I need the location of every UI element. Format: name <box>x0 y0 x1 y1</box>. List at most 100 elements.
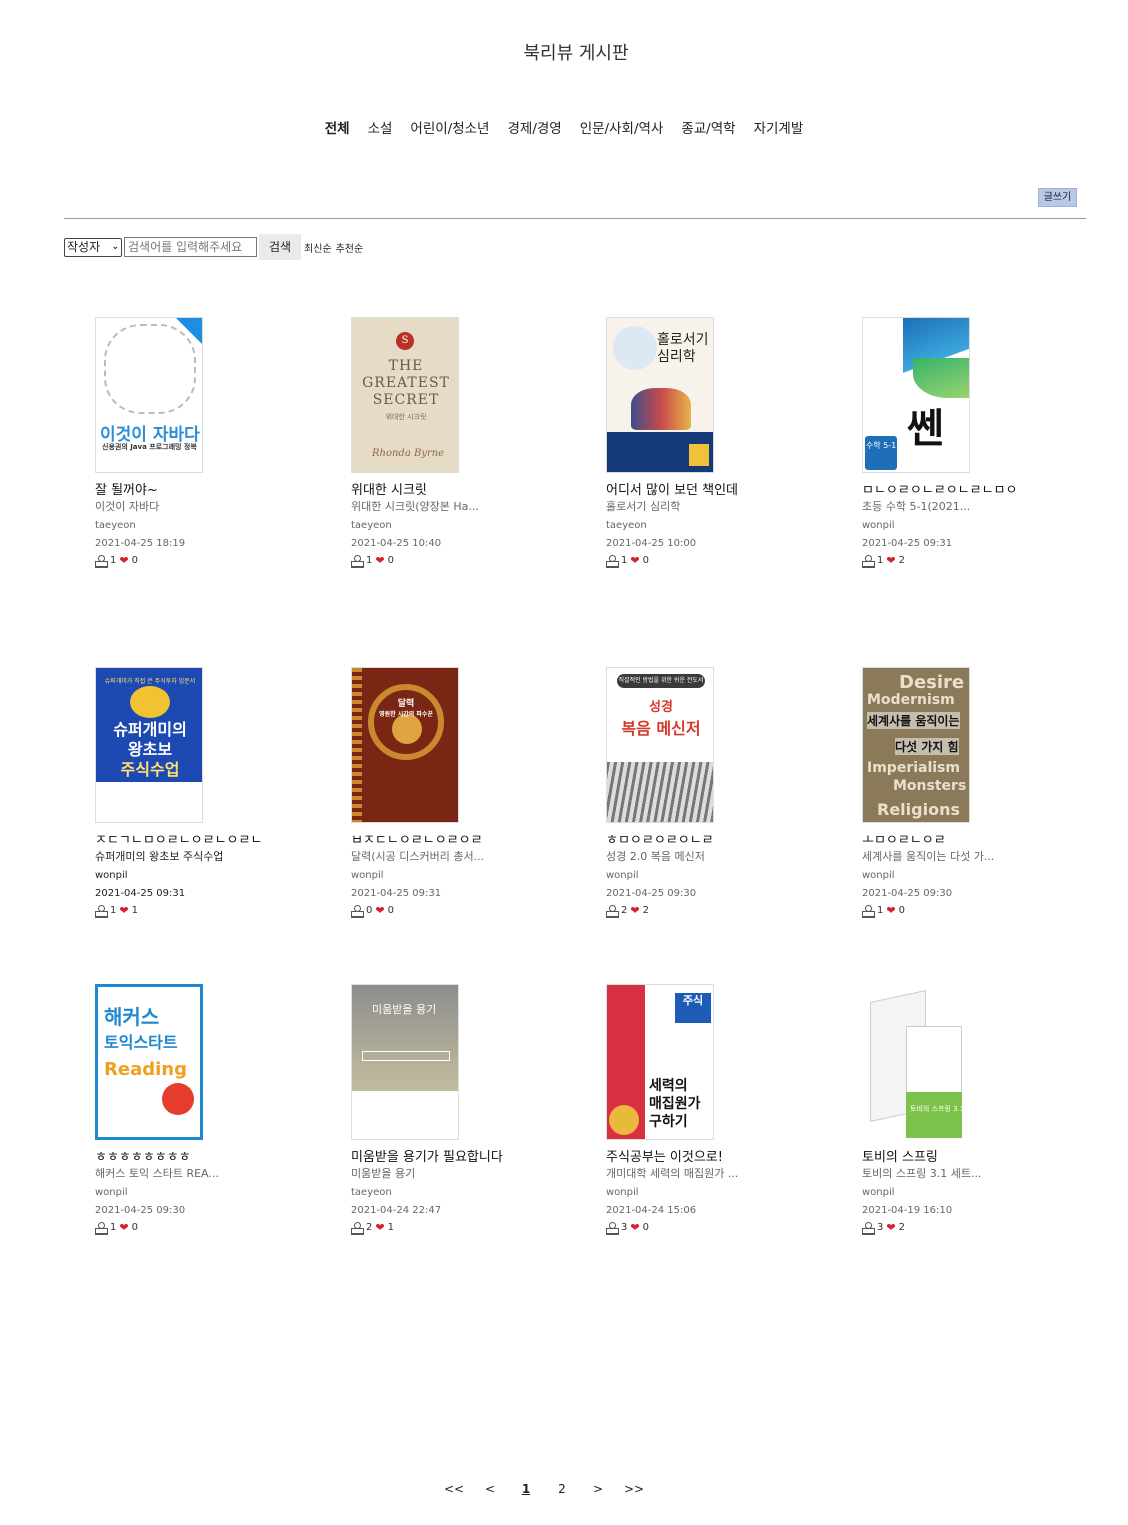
page-title: 북리뷰 게시판 <box>523 43 629 64</box>
post-card[interactable]: S THE GREATEST SECRET 위대한 시크릿 Rhonda Byr… <box>351 317 551 568</box>
post-stats: 2 ❤ 1 <box>351 1220 551 1235</box>
book-cover-image[interactable]: Desire Modernism 세계사를 움직이는 다섯 가지 힘 Imper… <box>862 667 970 823</box>
cover-art <box>130 686 170 718</box>
like-count: 0 <box>898 904 905 916</box>
post-date: 2021-04-25 18:19 <box>95 538 186 549</box>
cover-title: 토비의 스프링 3.1 <box>910 1105 965 1113</box>
search-button[interactable]: 검색 <box>259 234 301 260</box>
search-input[interactable]: 검색어를 입력해주세요 <box>124 237 257 257</box>
post-card[interactable]: 미움받을 용기 미움받을 용기가 필요합니다 미움받을 용기 taeyeon 2… <box>351 984 551 1235</box>
book-cover-image[interactable]: 해커스 토익스타트 Reading <box>95 984 203 1140</box>
book-cover-image[interactable]: 쎈 수학 5-1 <box>862 317 970 473</box>
tab-religion[interactable]: 종교/역학 <box>681 117 735 137</box>
book-cover-image[interactable]: 슈퍼개미가 직접 쓴 주식투자 입문서 슈퍼개미의 왕초보 주식수업 <box>95 667 203 823</box>
post-date: 2021-04-24 15:06 <box>606 1205 697 1216</box>
tab-novel[interactable]: 소설 <box>368 117 393 137</box>
heart-icon: ❤ <box>886 903 896 917</box>
book-cover-image[interactable]: 달력 영원한 시간의 파수꾼 <box>351 667 459 823</box>
post-card[interactable]: 달력 영원한 시간의 파수꾼 ㅂㅈㄷㄴㅇㄹㄴㅇㄹㅇㄹ 달력(시공 디스커버리 총… <box>351 667 551 918</box>
post-author: wonpil <box>606 870 639 881</box>
post-title[interactable]: 위대한 시크릿 <box>351 479 551 497</box>
post-title[interactable]: 미움받을 용기가 필요합니다 <box>351 1146 551 1164</box>
reader-icon <box>606 904 619 918</box>
post-card[interactable]: 주식 세력의 매집원가 구하기 주식공부는 이것으로! 개미대학 세력의 매집원… <box>606 984 806 1235</box>
post-title[interactable]: ㅎㅁㅇㄹㅇㄹㅇㄴㄹ <box>606 829 806 847</box>
view-count: 1 <box>110 1221 117 1233</box>
book-cover-image[interactable]: S THE GREATEST SECRET 위대한 시크릿 Rhonda Byr… <box>351 317 459 473</box>
page-number[interactable]: 1 <box>508 1482 544 1496</box>
post-title[interactable]: ㅂㅈㄷㄴㅇㄹㄴㅇㄹㅇㄹ <box>351 829 551 847</box>
sort-latest-link[interactable]: 최신순 <box>304 240 332 255</box>
cover-title: 세력의 매집원가 구하기 <box>649 1077 701 1131</box>
write-button[interactable]: 글쓰기 <box>1038 188 1077 207</box>
cover-title-line: 달력 <box>397 699 415 709</box>
post-date: 2021-04-24 22:47 <box>351 1205 442 1216</box>
cover-art <box>352 668 362 822</box>
tab-self-help[interactable]: 자기계발 <box>754 117 804 137</box>
cover-tagline: 슈퍼개미가 직접 쓴 주식투자 입문서 <box>104 678 196 685</box>
post-title[interactable]: 토비의 스프링 <box>862 1146 1062 1164</box>
cover-band <box>906 1092 962 1138</box>
sort-recommend-link[interactable]: 추천순 <box>336 240 364 255</box>
post-title[interactable]: 잘 될꺼야~ <box>95 479 295 497</box>
cover-title-line: 주식수업 <box>120 760 180 779</box>
book-cover-image[interactable]: 토비의 스프링 3.1 <box>862 984 970 1140</box>
cover-corner <box>176 318 202 344</box>
view-count: 0 <box>366 904 373 916</box>
page-first[interactable]: << <box>436 1482 472 1496</box>
post-title[interactable]: ㅁㄴㅇㄹㅇㄴㄹㅇㄴㄹㄴㅁㅇ <box>862 479 1062 497</box>
post-card[interactable]: 토비의 스프링 3.1 토비의 스프링 토비의 스프링 3.1 세트... wo… <box>862 984 1062 1235</box>
post-card[interactable]: 슈퍼개미가 직접 쓴 주식투자 입문서 슈퍼개미의 왕초보 주식수업 ㅈㄷㄱㄴㅁ… <box>95 667 295 918</box>
book-name: 위대한 시크릿(양장본 Ha... <box>351 500 479 513</box>
cover-word: Modernism <box>867 692 955 708</box>
post-stats: 3 ❤ 0 <box>606 1220 806 1235</box>
book-cover-image[interactable]: 이것이 자바다 신용권의 Java 프로그래밍 정복 <box>95 317 203 473</box>
divider <box>64 218 1086 219</box>
page-prev[interactable]: < <box>472 1482 508 1496</box>
post-card[interactable]: 홀로서기 심리학 어디서 많이 보던 책인데 홀로서기 심리학 taeyeon … <box>606 317 806 568</box>
heart-icon: ❤ <box>630 1220 640 1234</box>
page-number[interactable]: 2 <box>544 1482 580 1496</box>
heart-icon: ❤ <box>375 553 385 567</box>
cover-tag: 주식 <box>675 993 711 1023</box>
post-title[interactable]: 주식공부는 이것으로! <box>606 1146 806 1164</box>
like-count: 0 <box>642 554 649 566</box>
post-card[interactable]: 직설적인 방법을 위한 쉬운 전도서 성경 복음 메신저 ㅎㅁㅇㄹㅇㄹㅇㄴㄹ 성… <box>606 667 806 918</box>
sort-links: 최신순 추천순 <box>304 240 363 255</box>
post-stats: 2 ❤ 2 <box>606 903 806 918</box>
book-cover-image[interactable]: 홀로서기 심리학 <box>606 317 714 473</box>
cover-band <box>352 1091 458 1139</box>
heart-icon: ❤ <box>119 1220 129 1234</box>
tab-humanities[interactable]: 인문/사회/역사 <box>580 117 664 137</box>
cover-word: Monsters <box>893 778 967 794</box>
post-title[interactable]: ㅗㅁㅇㄹㄴㅇㄹ <box>862 829 1062 847</box>
book-name: 개미대학 세력의 매집원가 ... <box>606 1167 739 1180</box>
tab-all[interactable]: 전체 <box>325 117 350 137</box>
post-title[interactable]: ㅎㅎㅎㅎㅎㅎㅎㅎ <box>95 1146 295 1164</box>
book-cover-image[interactable]: 직설적인 방법을 위한 쉬운 전도서 성경 복음 메신저 <box>606 667 714 823</box>
page-last[interactable]: >> <box>616 1482 652 1496</box>
post-card[interactable]: 쎈 수학 5-1 ㅁㄴㅇㄹㅇㄴㄹㅇㄴㄹㄴㅁㅇ 초등 수학 5-1(2021...… <box>862 317 1062 568</box>
cover-tag <box>689 444 709 466</box>
post-stats: 1 ❤ 1 <box>95 903 295 918</box>
book-name: 성경 2.0 복음 메신저 <box>606 850 705 863</box>
book-cover-image[interactable]: 미움받을 용기 <box>351 984 459 1140</box>
view-count: 1 <box>621 554 628 566</box>
reader-icon <box>95 554 108 568</box>
post-card[interactable]: Desire Modernism 세계사를 움직이는 다섯 가지 힘 Imper… <box>862 667 1062 918</box>
search-type-select[interactable]: 작성자 ⌄ <box>64 237 122 257</box>
post-title[interactable]: ㅈㄷㄱㄴㅁㅇㄹㄴㅇㄹㄴㅇㄹㄴ <box>95 829 295 847</box>
tab-economy[interactable]: 경제/경영 <box>507 117 561 137</box>
reader-icon <box>351 904 364 918</box>
cover-badge <box>162 1083 194 1115</box>
book-name: 미움받을 용기 <box>351 1167 416 1180</box>
page-next[interactable]: > <box>580 1482 616 1496</box>
book-name: 달력(시공 디스커버리 총서... <box>351 850 485 863</box>
post-card[interactable]: 해커스 토익스타트 Reading ㅎㅎㅎㅎㅎㅎㅎㅎ 해커스 토익 스타트 RE… <box>95 984 295 1235</box>
post-title[interactable]: 어디서 많이 보던 책인데 <box>606 479 806 497</box>
post-card[interactable]: 이것이 자바다 신용권의 Java 프로그래밍 정복 잘 될꺼야~ 이것이 자바… <box>95 317 295 568</box>
book-cover-image[interactable]: 주식 세력의 매집원가 구하기 <box>606 984 714 1140</box>
cover-title: 성경 복음 메신저 <box>607 696 713 739</box>
tab-children[interactable]: 어린이/청소년 <box>410 117 489 137</box>
cover-art <box>913 358 969 398</box>
